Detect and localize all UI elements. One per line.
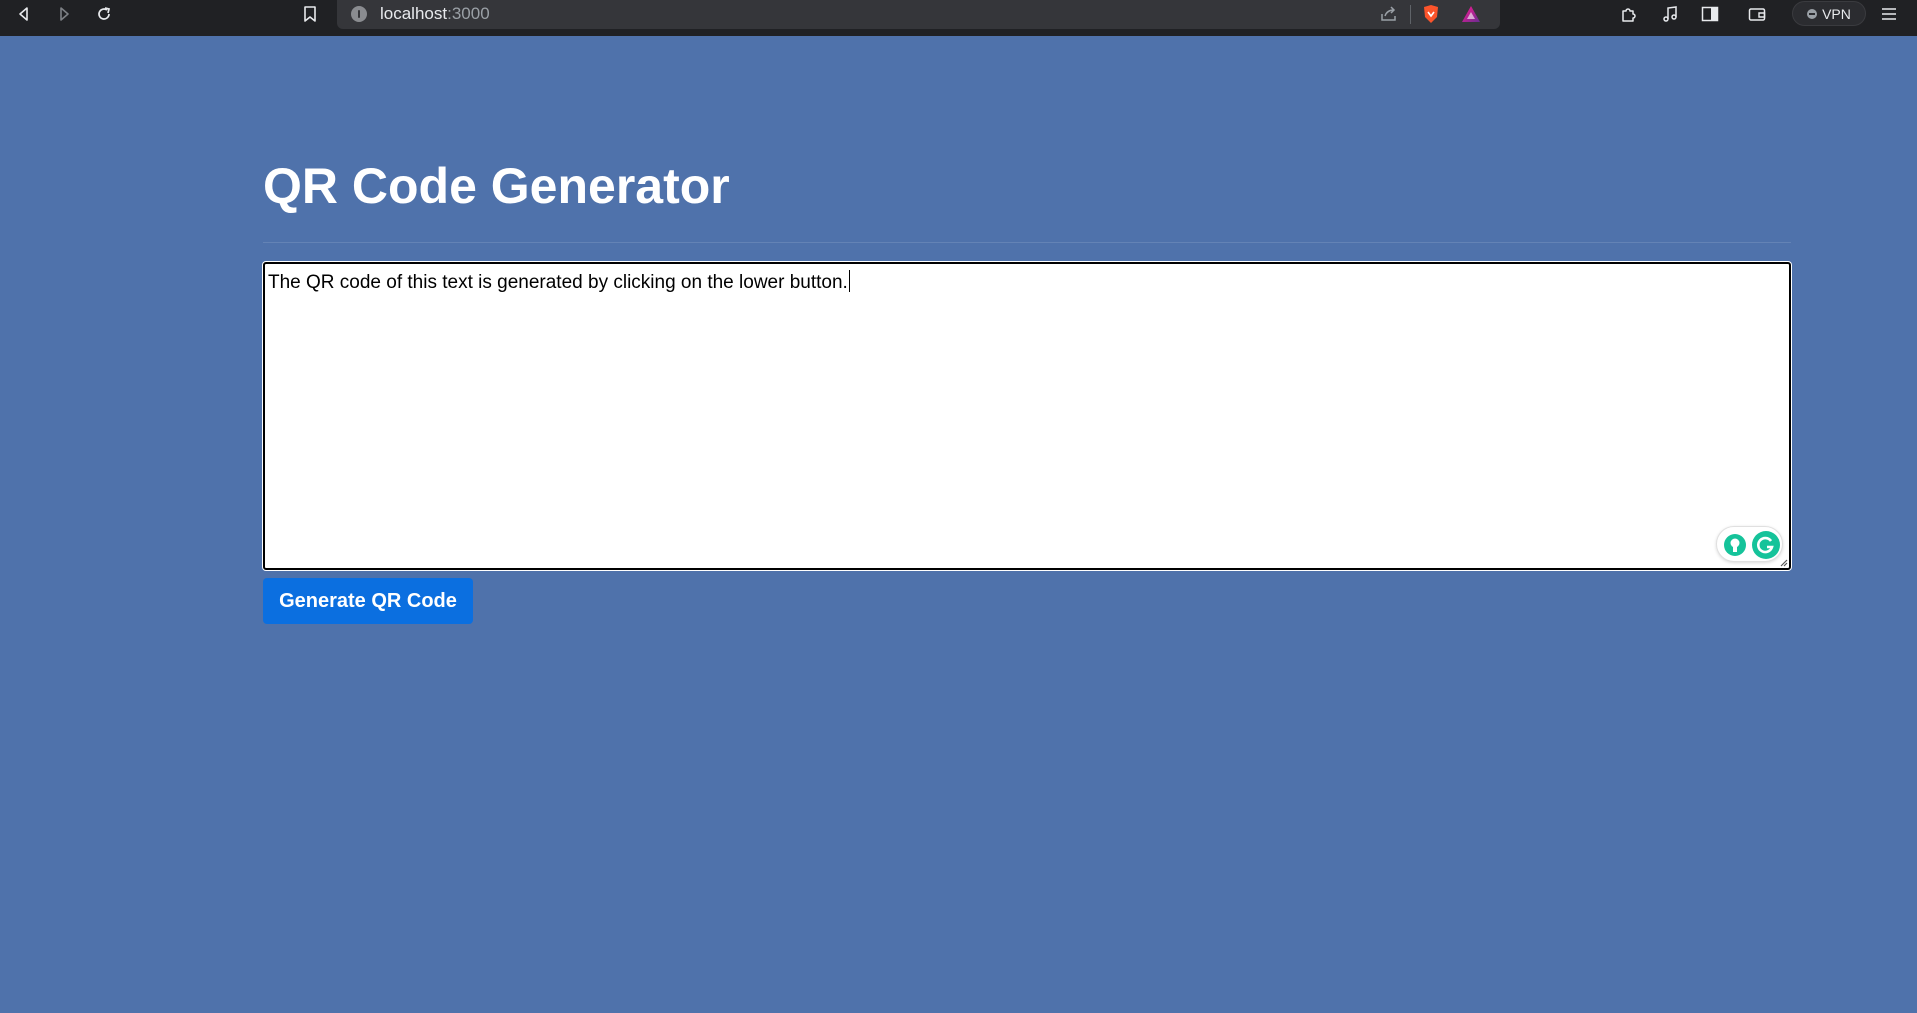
url-text[interactable]: localhost:3000 <box>380 4 490 24</box>
forward-button[interactable] <box>48 0 80 28</box>
sidebar-button[interactable] <box>1694 0 1726 28</box>
brave-rewards-button[interactable] <box>1455 0 1487 28</box>
url-port: :3000 <box>447 4 490 23</box>
grammarly-logo-icon[interactable] <box>1752 531 1780 559</box>
text-input-area[interactable]: The QR code of this text is generated by… <box>263 262 1791 570</box>
vpn-label: VPN <box>1822 5 1851 22</box>
share-button[interactable] <box>1373 0 1405 28</box>
address-divider <box>1410 5 1411 24</box>
back-button[interactable] <box>8 0 40 28</box>
vpn-icon <box>1807 8 1818 19</box>
title-divider <box>263 242 1791 243</box>
generate-qr-button[interactable]: Generate QR Code <box>263 578 473 624</box>
text-caret <box>848 270 850 292</box>
browser-toolbar: localhost:3000 VPN <box>0 0 1917 36</box>
extensions-icon <box>1622 8 1636 22</box>
forward-icon <box>60 7 69 21</box>
resize-handle-icon[interactable] <box>1778 557 1788 567</box>
back-icon <box>19 7 28 21</box>
reload-icon <box>98 7 111 20</box>
wallet-button[interactable] <box>1741 0 1773 28</box>
extensions-button[interactable] <box>1613 0 1645 28</box>
reload-button[interactable] <box>88 0 120 28</box>
grammarly-bulb-icon[interactable] <box>1723 533 1747 557</box>
brave-shield-button[interactable] <box>1415 0 1447 28</box>
page-title: QR Code Generator <box>263 158 730 214</box>
vpn-button[interactable]: VPN <box>1792 1 1866 26</box>
bookmark-icon <box>304 6 316 22</box>
menu-button[interactable] <box>1873 0 1905 28</box>
brave-shield-icon <box>1424 5 1438 23</box>
share-icon <box>1381 6 1396 21</box>
sidebar-icon <box>1701 6 1719 22</box>
wallet-icon <box>1748 8 1766 21</box>
bookmark-button[interactable] <box>294 0 326 28</box>
textarea-value: The QR code of this text is generated by… <box>268 272 848 293</box>
site-info-icon[interactable] <box>351 6 367 22</box>
menu-icon <box>1882 8 1896 20</box>
media-button[interactable] <box>1654 0 1686 28</box>
url-host: localhost <box>380 4 448 23</box>
grammarly-widget[interactable] <box>1716 526 1783 562</box>
textarea-text[interactable]: The QR code of this text is generated by… <box>268 270 850 294</box>
brave-rewards-icon <box>1462 6 1480 22</box>
address-bar[interactable]: localhost:3000 <box>337 0 1500 29</box>
media-icon <box>1663 6 1677 22</box>
